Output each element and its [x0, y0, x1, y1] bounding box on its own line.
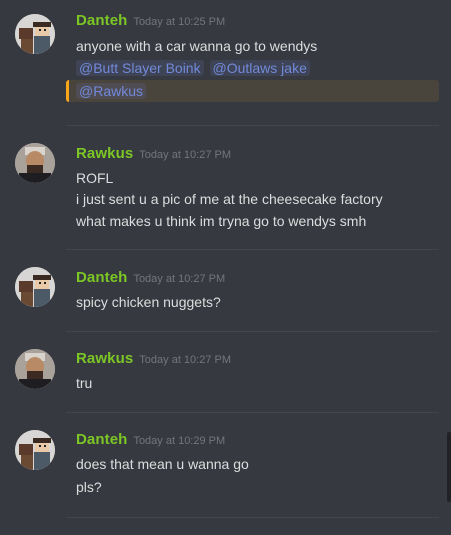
avatar-danteh[interactable] — [15, 430, 55, 470]
chat-messages: Danteh Today at 10:25 PM anyone with a c… — [0, 0, 451, 535]
message-header: Danteh Today at 10:29 PM — [76, 431, 225, 451]
message-header: Danteh Today at 10:25 PM — [76, 12, 225, 32]
message-text: tru — [76, 375, 93, 391]
username[interactable]: Danteh — [76, 269, 127, 286]
username[interactable]: Rawkus — [76, 145, 133, 162]
username[interactable]: Rawkus — [76, 350, 133, 367]
message-text: anyone with a car wanna go to wendys — [76, 38, 318, 54]
avatar-danteh[interactable] — [15, 267, 55, 307]
avatar-rawkus[interactable] — [15, 143, 55, 183]
mention-highlight-bar — [66, 80, 69, 102]
scrollbar[interactable] — [447, 432, 451, 502]
message-text: spicy chicken nuggets? — [76, 294, 221, 310]
username[interactable]: Danteh — [76, 12, 127, 29]
person-photo-icon — [15, 143, 55, 183]
timestamp: Today at 10:27 PM — [139, 149, 232, 161]
message-header: Rawkus Today at 10:27 PM — [76, 350, 231, 370]
message-divider — [66, 249, 439, 250]
cartoon-character-icon — [15, 430, 55, 470]
message-header: Danteh Today at 10:27 PM — [76, 269, 225, 289]
cartoon-character-icon — [15, 14, 55, 54]
message-text: ROFL — [76, 170, 114, 186]
highlighted-mention-line: @Rawkus — [76, 81, 148, 101]
user-mention-self[interactable]: @Rawkus — [76, 83, 147, 99]
message-divider — [66, 517, 439, 518]
timestamp: Today at 10:27 PM — [139, 354, 232, 366]
user-mention[interactable]: @Butt Slayer Boink — [76, 60, 204, 76]
timestamp: Today at 10:25 PM — [133, 16, 226, 28]
avatar-rawkus[interactable] — [15, 349, 55, 389]
person-photo-icon — [15, 349, 55, 389]
message-divider — [66, 125, 439, 126]
message-text: pls? — [76, 479, 102, 495]
username[interactable]: Danteh — [76, 431, 127, 448]
timestamp: Today at 10:27 PM — [133, 273, 226, 285]
message-header: Rawkus Today at 10:27 PM — [76, 145, 231, 165]
timestamp: Today at 10:29 PM — [133, 435, 226, 447]
message-text: what makes u think im tryna go to wendys… — [76, 213, 367, 229]
mentions-line: @Butt Slayer Boink @Outlaws jake — [76, 58, 312, 78]
message-divider — [66, 412, 439, 413]
message-divider — [66, 331, 439, 332]
avatar-danteh[interactable] — [15, 14, 55, 54]
cartoon-character-icon — [15, 267, 55, 307]
message-text: does that mean u wanna go — [76, 456, 249, 472]
user-mention[interactable]: @Outlaws jake — [209, 60, 310, 76]
message-text: i just sent u a pic of me at the cheesec… — [76, 191, 383, 207]
